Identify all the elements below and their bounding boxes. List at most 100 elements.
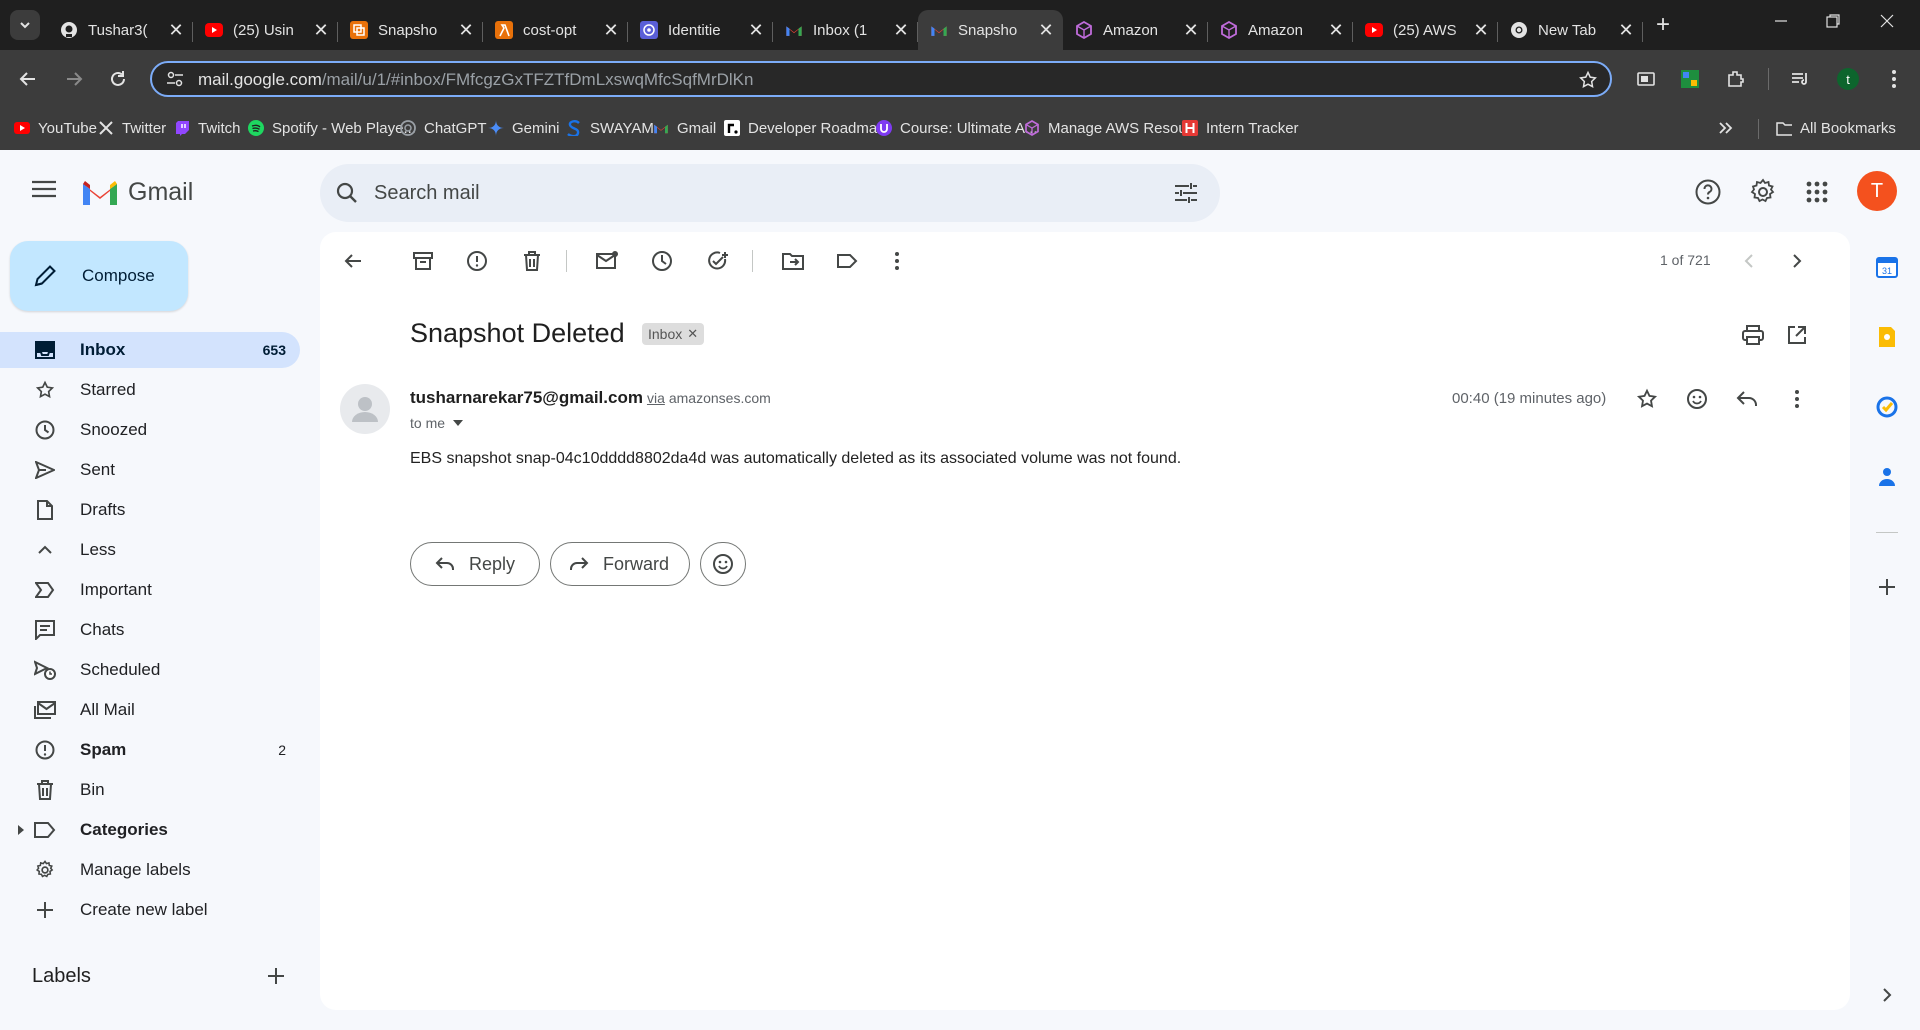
profile-avatar[interactable]: t [1834, 65, 1862, 93]
browser-tab[interactable]: (25) Usin ✕ [193, 10, 338, 50]
inbox-label-chip[interactable]: Inbox ✕ [642, 323, 705, 345]
bookmark-item[interactable]: ChatGPT [400, 116, 487, 140]
print-icon[interactable] [1740, 322, 1766, 348]
bookmark-item[interactable]: Manage AWS Resou... [1024, 116, 1199, 140]
tab-close-icon[interactable]: ✕ [1617, 20, 1635, 40]
recipient-details[interactable]: to me [410, 415, 464, 431]
nav-item-categories[interactable]: Categories [0, 812, 300, 848]
browser-menu-icon[interactable] [1880, 65, 1908, 93]
show-side-panel-chevron-icon[interactable] [1874, 982, 1900, 1008]
nav-item-drafts[interactable]: Drafts [0, 492, 300, 528]
archive-icon[interactable] [410, 248, 436, 274]
snooze-clock-icon[interactable] [649, 248, 675, 274]
bookmark-item[interactable]: SWAYAM [566, 116, 654, 140]
new-tab-button[interactable]: + [1650, 12, 1676, 38]
bookmark-item[interactable]: Intern Tracker [1182, 116, 1299, 140]
keep-icon[interactable] [1874, 324, 1900, 350]
bookmark-item[interactable]: Course: Ultimate A... [876, 116, 1038, 140]
tab-close-icon[interactable]: ✕ [312, 20, 330, 40]
reload-icon[interactable] [104, 65, 132, 93]
browser-tab[interactable]: Snapsho ✕ [918, 10, 1063, 50]
main-menu-icon[interactable] [32, 180, 56, 198]
search-input[interactable]: Search mail [374, 182, 480, 205]
nav-item-inbox[interactable]: Inbox 653 [0, 332, 300, 368]
tab-close-icon[interactable]: ✕ [747, 20, 765, 40]
bookmark-item[interactable]: Spotify - Web Playe... [248, 116, 416, 140]
browser-tab[interactable]: Amazon ✕ [1208, 10, 1353, 50]
mark-unread-icon[interactable] [594, 248, 620, 274]
bookmark-item[interactable]: Developer Roadma... [724, 116, 890, 140]
browser-tab[interactable]: New Tab ✕ [1498, 10, 1643, 50]
browser-tab[interactable]: Tushar3(✕ [48, 10, 193, 50]
tab-close-icon[interactable]: ✕ [1472, 20, 1490, 40]
nav-item-spam[interactable]: Spam 2 [0, 732, 300, 768]
nav-item-scheduled[interactable]: Scheduled [0, 652, 300, 688]
cast-icon[interactable] [1632, 65, 1660, 93]
tab-close-icon[interactable]: ✕ [167, 20, 185, 40]
tab-close-icon[interactable]: ✕ [457, 20, 475, 40]
nav-item-less[interactable]: Less [0, 532, 300, 568]
nav-item-bin[interactable]: Bin [0, 772, 300, 808]
back-to-inbox-icon[interactable] [340, 248, 366, 274]
reply-button[interactable]: Reply [410, 542, 540, 586]
nav-item-sent[interactable]: Sent [0, 452, 300, 488]
address-bar[interactable]: mail.google.com/mail/u/1/#inbox/FMfcgzGx… [150, 61, 1612, 97]
contacts-icon[interactable] [1874, 464, 1900, 490]
restore-icon[interactable] [1826, 14, 1840, 28]
add-to-tasks-icon[interactable] [705, 248, 731, 274]
nav-item-important[interactable]: Important [0, 572, 300, 608]
nav-item-chats[interactable]: Chats [0, 612, 300, 648]
tab-close-icon[interactable]: ✕ [602, 20, 620, 40]
message-more-icon[interactable] [1784, 386, 1810, 412]
bookmark-item[interactable]: Gemini [488, 116, 560, 140]
bookmarks-overflow-icon[interactable] [1718, 116, 1734, 140]
nav-item-snoozed[interactable]: Snoozed [0, 412, 300, 448]
star-message-icon[interactable] [1634, 386, 1660, 412]
site-info-icon[interactable] [166, 71, 184, 87]
bookmark-item[interactable]: Gmail [653, 116, 716, 140]
reply-icon[interactable] [1734, 386, 1760, 412]
open-in-new-window-icon[interactable] [1784, 322, 1810, 348]
browser-tab[interactable]: Inbox (1 ✕ [773, 10, 918, 50]
extensions-puzzle-icon[interactable] [1722, 65, 1750, 93]
delete-icon[interactable] [519, 248, 545, 274]
all-bookmarks[interactable]: All Bookmarks [1776, 116, 1896, 140]
bookmark-star-icon[interactable] [1578, 70, 1598, 90]
tab-close-icon[interactable]: ✕ [1182, 20, 1200, 40]
bookmark-item[interactable]: Twitter [98, 116, 166, 140]
label-as-icon[interactable] [834, 248, 860, 274]
get-addons-plus-icon[interactable] [1874, 574, 1900, 600]
back-icon[interactable] [14, 65, 42, 93]
forward-icon[interactable] [60, 65, 88, 93]
newer-chevron-left-icon[interactable] [1736, 248, 1762, 274]
older-chevron-right-icon[interactable] [1784, 248, 1810, 274]
report-spam-icon[interactable] [464, 248, 490, 274]
move-to-icon[interactable] [780, 248, 806, 274]
apps-grid-icon[interactable] [1805, 180, 1829, 204]
browser-tab[interactable]: Amazon ✕ [1063, 10, 1208, 50]
tab-search-button[interactable] [10, 10, 40, 40]
more-options-icon[interactable] [884, 248, 910, 274]
tasks-icon[interactable] [1874, 394, 1900, 420]
browser-tab[interactable]: Identitie ✕ [628, 10, 773, 50]
sender-email[interactable]: tusharnarekar75@gmail.com [410, 388, 643, 407]
help-icon[interactable] [1694, 178, 1722, 206]
via-link[interactable]: via [647, 390, 665, 406]
add-reaction-emoji-icon[interactable] [1684, 386, 1710, 412]
bookmark-item[interactable]: Twitch [174, 116, 241, 140]
tab-close-icon[interactable]: ✕ [1327, 20, 1345, 40]
extension-grid-icon[interactable] [1676, 65, 1704, 93]
browser-tab[interactable]: Snapsho ✕ [338, 10, 483, 50]
nav-item-manage-labels[interactable]: Manage labels [0, 852, 300, 888]
nav-item-starred[interactable]: Starred [0, 372, 300, 408]
bookmark-item[interactable]: YouTube [14, 116, 97, 140]
account-avatar[interactable]: T [1857, 171, 1897, 211]
nav-item-create-new-label[interactable]: Create new label [0, 892, 300, 928]
react-emoji-button[interactable] [700, 542, 746, 586]
media-control-icon[interactable] [1786, 65, 1814, 93]
sender-avatar[interactable] [340, 384, 390, 434]
remove-label-close-icon[interactable]: ✕ [687, 326, 698, 342]
search-options-icon[interactable] [1174, 182, 1198, 204]
nav-item-all-mail[interactable]: All Mail [0, 692, 300, 728]
gmail-logo[interactable]: Gmail [80, 177, 193, 207]
